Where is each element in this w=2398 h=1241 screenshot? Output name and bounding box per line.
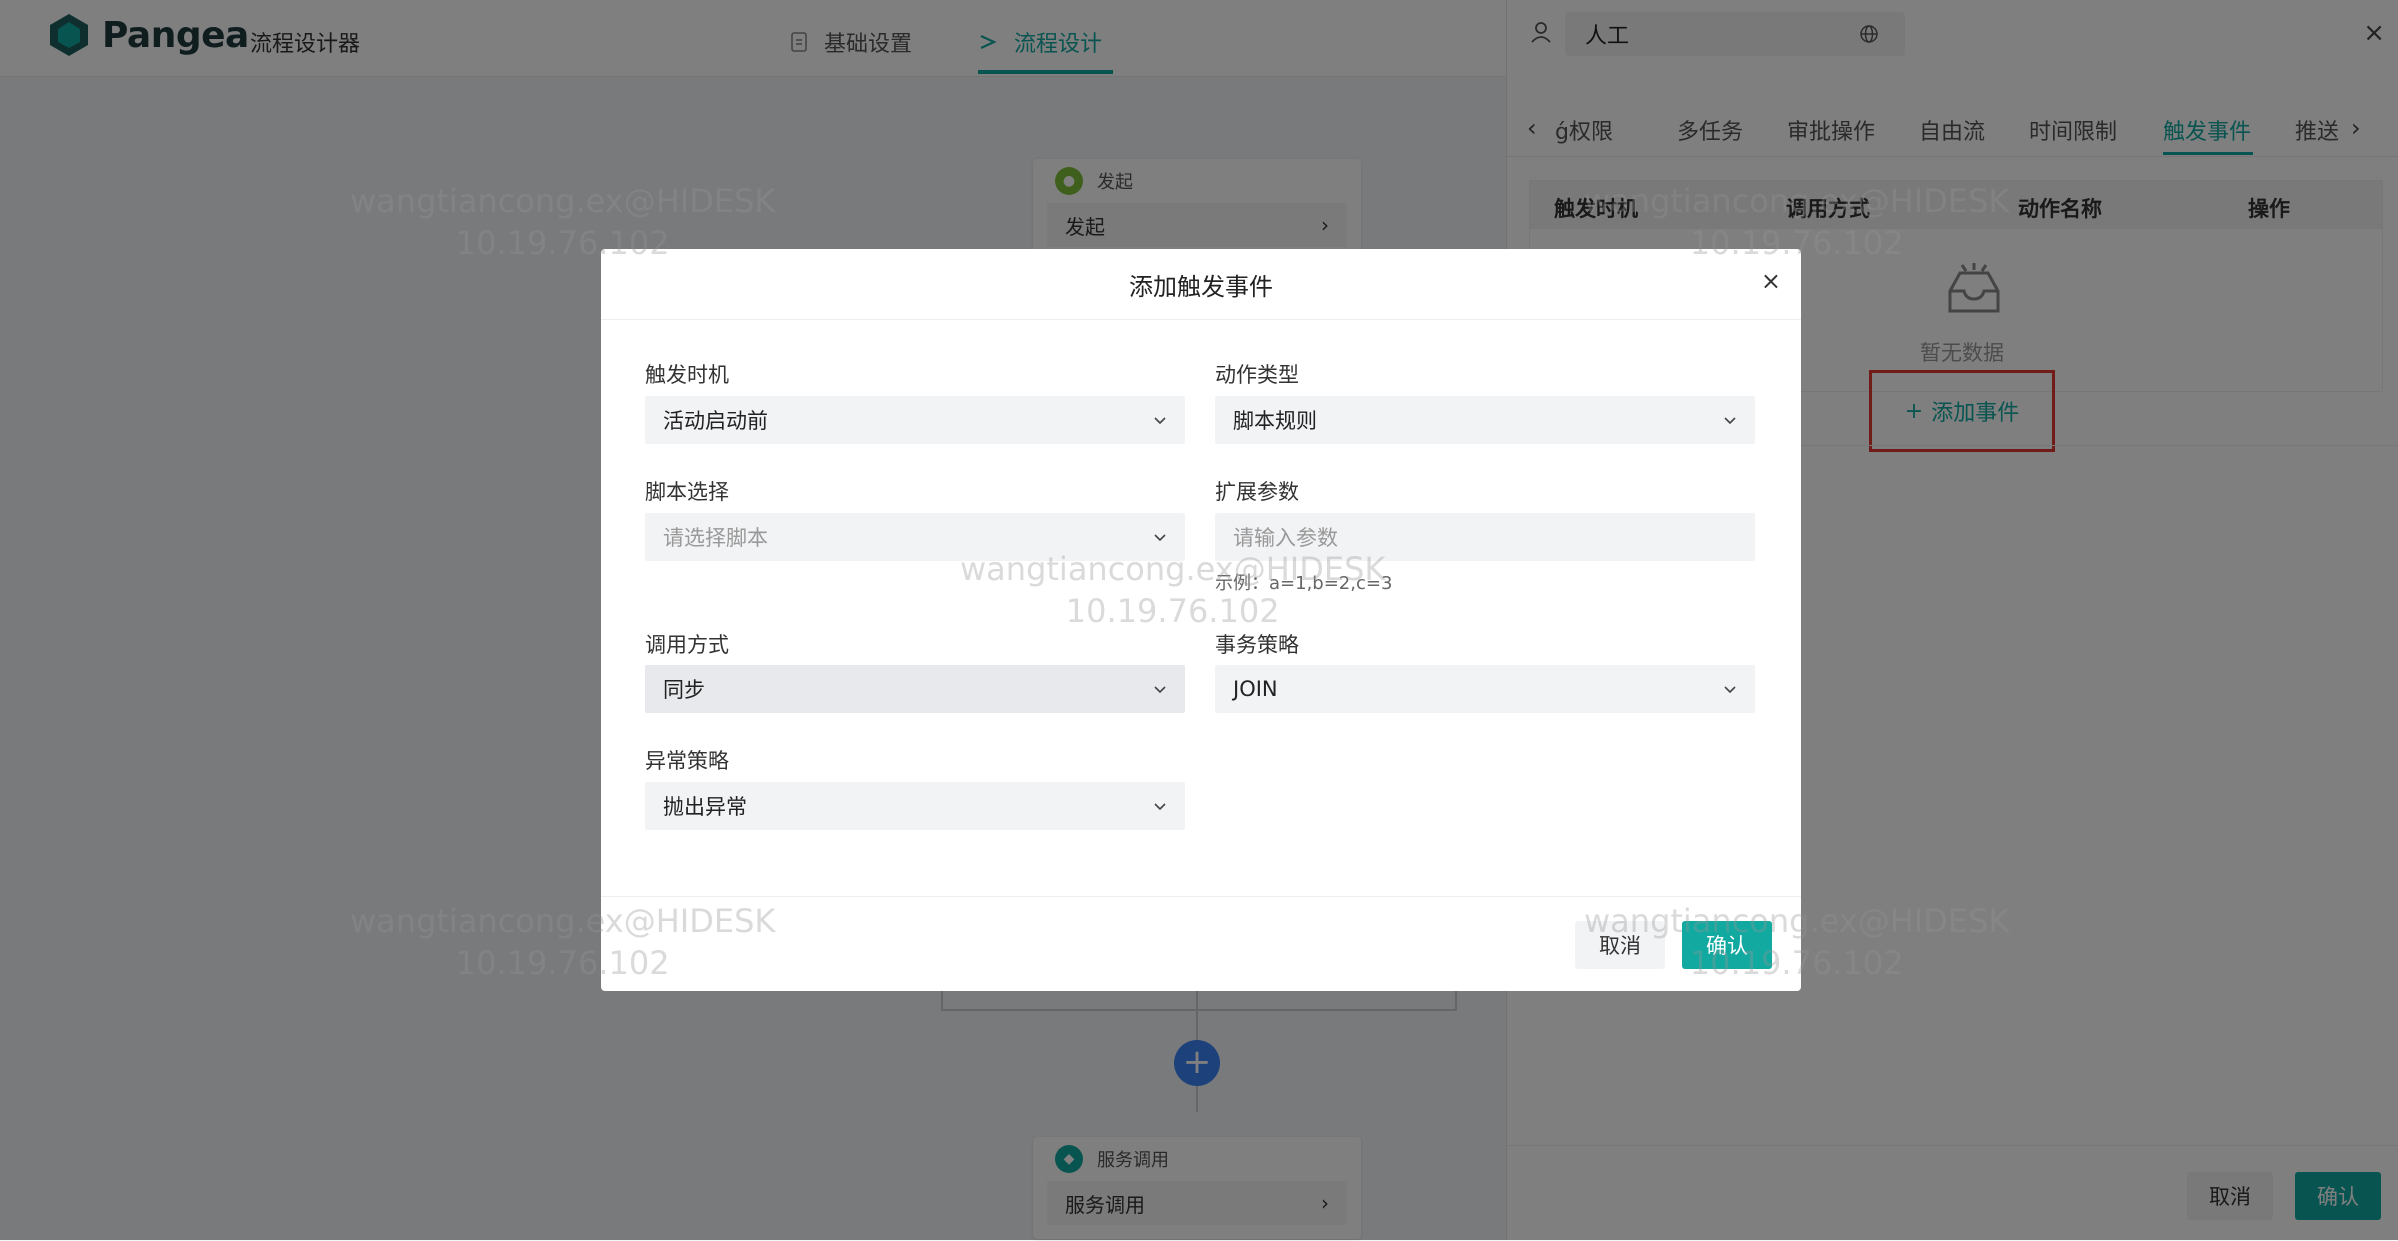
script-select-label: 脚本选择 [645,480,729,504]
exception-strategy-label: 异常策略 [645,749,729,773]
transaction-strategy-label: 事务策略 [1215,633,1299,657]
transaction-strategy-select[interactable]: JOIN [1215,665,1755,713]
cancel-button[interactable]: 取消 [1575,921,1665,969]
select-value: JOIN [1233,677,1278,701]
call-mode-label: 调用方式 [645,633,729,657]
chevron-down-icon [1724,417,1736,425]
chevron-down-icon [1154,686,1166,694]
dialog-title: 添加触发事件 [601,249,1801,320]
select-value: 同步 [663,678,705,702]
action-type-select[interactable]: 脚本规则 [1215,396,1755,444]
trigger-timing-select[interactable]: 活动启动前 [645,396,1185,444]
exception-strategy-select[interactable]: 抛出异常 [645,782,1185,830]
chevron-down-icon [1154,803,1166,811]
dialog-footer: 取消 确认 [601,896,1801,992]
select-value: 脚本规则 [1233,409,1317,433]
chevron-down-icon [1154,417,1166,425]
action-type-label: 动作类型 [1215,363,1299,387]
input-placeholder: 请输入参数 [1233,526,1338,550]
chevron-down-icon [1154,534,1166,542]
trigger-timing-label: 触发时机 [645,363,729,387]
script-select[interactable]: 请选择脚本 [645,513,1185,561]
close-icon[interactable]: × [1761,267,1781,295]
ext-params-hint: 示例：a=1,b=2,c=3 [1215,573,1393,594]
add-trigger-event-dialog: 添加触发事件 × 触发时机 活动启动前 动作类型 脚本规则 脚本选择 请选择脚本… [601,249,1801,991]
select-value: 活动启动前 [663,409,768,433]
ext-params-input[interactable]: 请输入参数 [1215,513,1755,561]
select-placeholder: 请选择脚本 [663,526,768,550]
chevron-down-icon [1724,686,1736,694]
call-mode-select[interactable]: 同步 [645,665,1185,713]
select-value: 抛出异常 [663,795,747,819]
ext-params-label: 扩展参数 [1215,480,1299,504]
confirm-button[interactable]: 确认 [1682,921,1772,969]
